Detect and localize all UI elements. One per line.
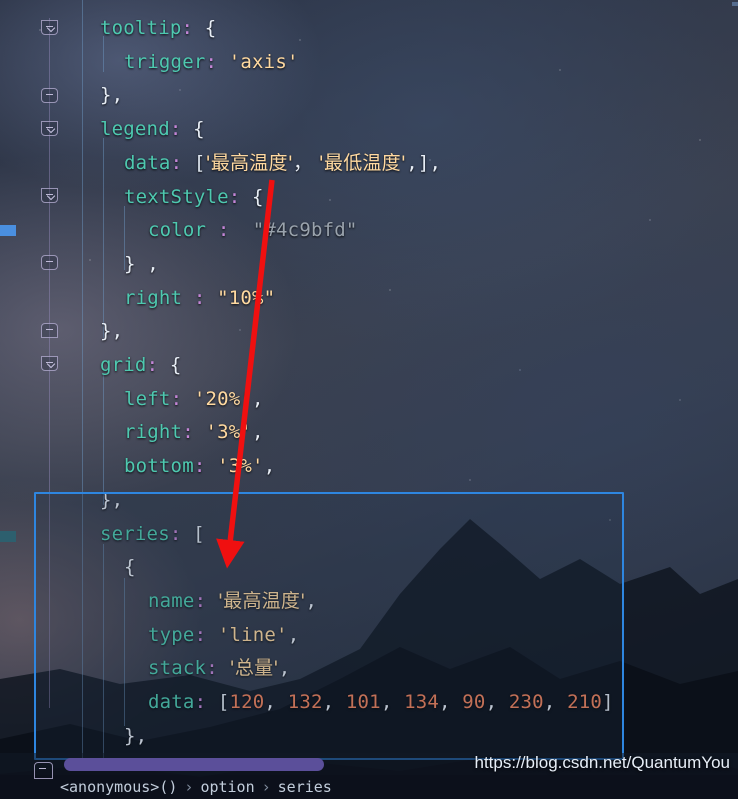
code-line[interactable]: right: '3%', (0, 415, 738, 449)
code-token: : (146, 354, 159, 376)
code-line[interactable]: grid: { (0, 348, 738, 382)
code-line[interactable]: tooltip: { (0, 11, 738, 45)
selection-highlight-box[interactable] (34, 492, 624, 760)
code-token: [ (182, 151, 206, 174)
code-token: : (181, 17, 194, 39)
code-token: tooltip (100, 17, 182, 39)
code-token: ， (293, 151, 313, 174)
code-token: } , (124, 252, 159, 275)
breadcrumb-fold-icon[interactable] (34, 762, 53, 779)
code-line[interactable]: }, (0, 78, 738, 112)
watermark-url: https://blog.csdn.net/QuantumYou (474, 753, 731, 772)
code-token: : (193, 455, 206, 478)
code-token: right (124, 421, 183, 444)
code-token: 'axis' (228, 50, 299, 73)
code-line[interactable]: textStyle: { (0, 180, 738, 214)
code-token: , (252, 387, 264, 410)
code-token: '20%' (193, 387, 253, 410)
code-token: , (252, 421, 264, 444)
code-editor-surface[interactable]: tooltip: {trigger: 'axis'}, legend: {data… (0, 0, 738, 799)
code-line[interactable]: bottom: '3%', (0, 449, 738, 483)
code-token: { (181, 118, 205, 141)
code-token: grid (100, 354, 147, 376)
code-token: ,], (406, 151, 442, 174)
code-line[interactable]: right : "10%" (0, 281, 738, 315)
code-token: }, (100, 320, 124, 343)
code-token: , (263, 455, 276, 478)
code-token: data (124, 151, 171, 174)
code-token: { (158, 354, 182, 376)
breadcrumb-separator: › (261, 778, 271, 796)
code-token: '3%' (205, 421, 253, 444)
breadcrumb[interactable]: <anonymous>() › option › series (60, 775, 332, 799)
code-token: }, (100, 84, 124, 107)
code-line[interactable]: trigger: 'axis' (0, 45, 738, 79)
code-token: bottom (124, 455, 194, 478)
code-token: : (170, 387, 183, 410)
code-token: "#4c9bfd" (252, 219, 358, 242)
code-token: : (228, 185, 241, 208)
code-token: '最低温度' (312, 151, 407, 174)
code-token: : (205, 50, 218, 73)
code-token: "10%" (217, 286, 276, 309)
code-token: textStyle (124, 185, 229, 208)
breadcrumb-item[interactable]: series (278, 778, 332, 796)
code-line[interactable]: data: ['最高温度'， '最低温度',], (0, 146, 738, 180)
code-token: { (240, 185, 264, 208)
code-token: left (124, 387, 171, 410)
breadcrumb-item[interactable]: option (200, 778, 254, 796)
code-token: right (124, 286, 183, 309)
code-line[interactable]: } , (0, 247, 738, 281)
horizontal-scrollbar-thumb[interactable] (64, 758, 324, 771)
breadcrumb-item[interactable]: <anonymous>() (60, 778, 177, 796)
code-line[interactable]: left: '20%', (0, 382, 738, 416)
code-token: : (182, 286, 206, 309)
scrollbar-tick (732, 2, 738, 6)
breadcrumb-separator: › (184, 778, 194, 796)
code-token: : (169, 118, 182, 141)
code-token: : (182, 421, 194, 444)
code-token: : (206, 219, 230, 242)
code-token: color (148, 219, 207, 242)
code-line[interactable]: color : "#4c9bfd" (0, 213, 738, 247)
code-token: { (193, 17, 217, 39)
code-line[interactable]: }, (0, 314, 738, 348)
code-token: '最高温度' (205, 151, 294, 174)
code-token: '3%' (217, 455, 264, 478)
code-token: legend (100, 118, 170, 141)
code-line[interactable]: legend: { (0, 112, 738, 146)
code-token: trigger (124, 50, 206, 73)
code-token: : (170, 151, 183, 174)
